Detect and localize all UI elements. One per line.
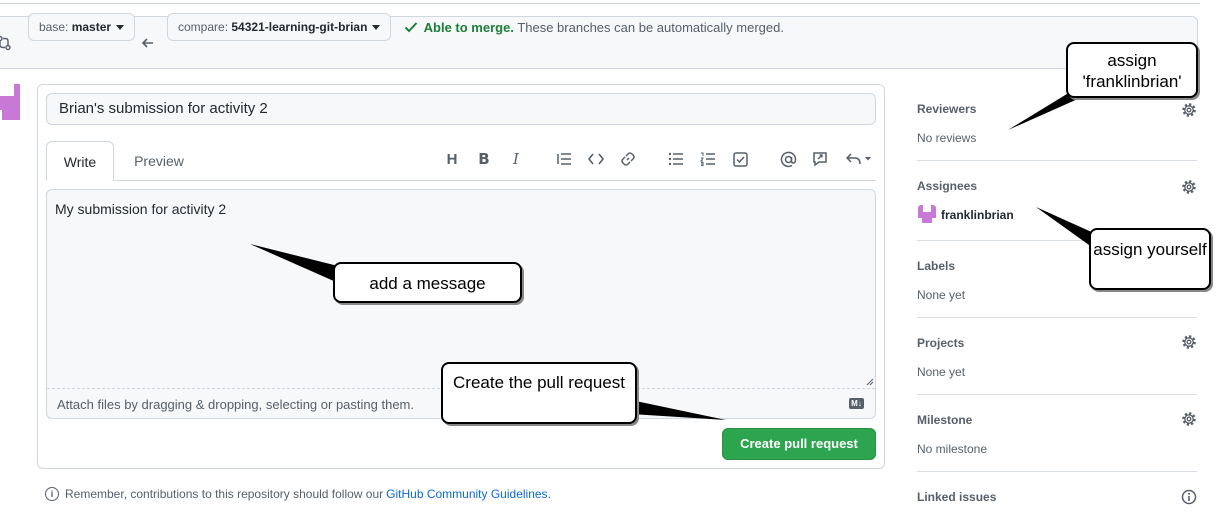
callout-assign-yourself: assign yourself: [1089, 228, 1211, 290]
callout-add-message: add a message: [333, 262, 522, 303]
callout-pointers: [250, 86, 1098, 420]
callout-create-pr: Create the pull request: [441, 362, 637, 424]
tab-write[interactable]: Write: [46, 141, 114, 181]
callout-assign-reviewer: assign 'franklinbrian': [1066, 42, 1198, 98]
